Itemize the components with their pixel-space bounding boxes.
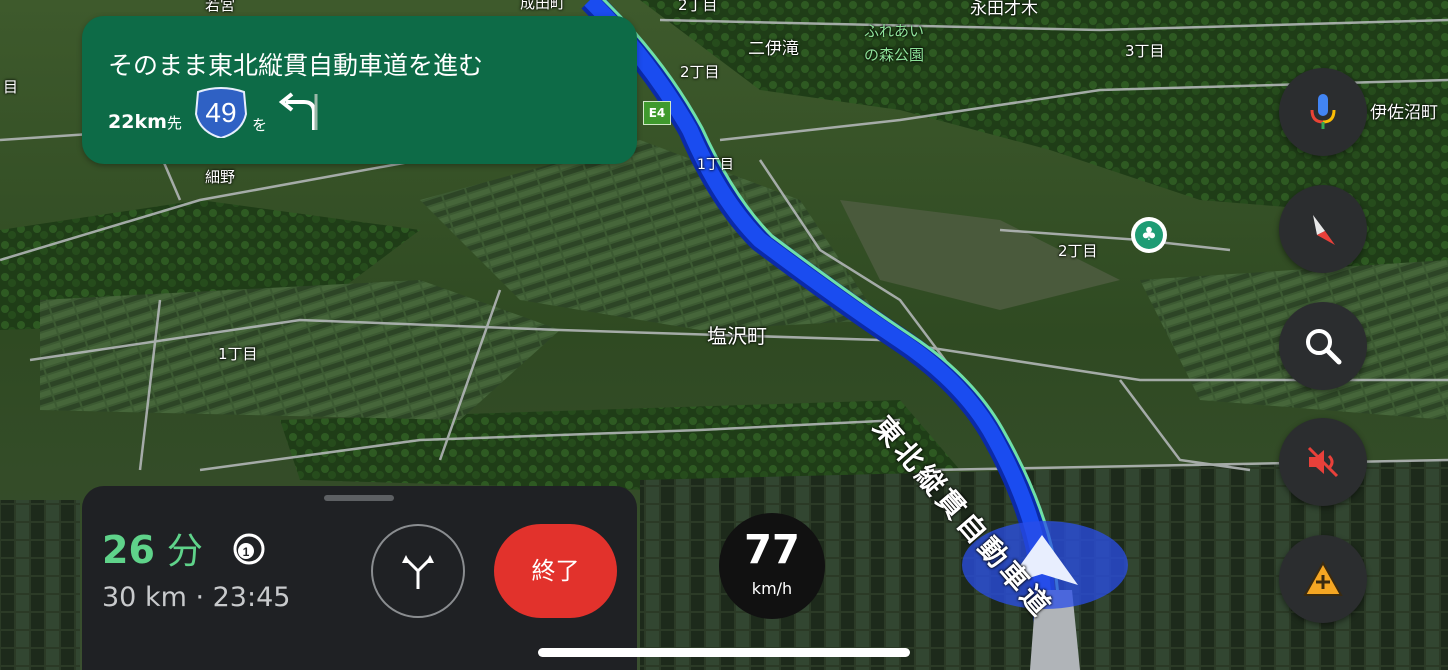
instruction-distance-value: 22km <box>108 111 167 133</box>
map-label: の森公園 <box>864 46 925 64</box>
drag-handle[interactable] <box>324 495 394 501</box>
instruction-distance-suffix: 先 <box>166 114 182 132</box>
map-label: 若宮 <box>205 0 236 14</box>
eco-icon: 1 <box>233 533 265 565</box>
map-label: 塩沢町 <box>707 324 767 348</box>
sound-toggle-button[interactable] <box>1279 418 1367 506</box>
instruction-title: そのまま東北縦貫自動車道を進む <box>108 51 484 80</box>
end-navigation-button[interactable]: 終了 <box>494 524 617 618</box>
map-label: 2丁目 <box>680 63 720 81</box>
alternate-routes-button[interactable] <box>371 524 465 618</box>
map-label: 目 <box>3 78 19 96</box>
trip-summary-panel[interactable]: 26 分 1 30 km · 23:45 終了 <box>82 486 637 670</box>
speed-value: 77 <box>744 527 800 573</box>
instruction-distance: 22km先 <box>108 111 182 133</box>
map-label: 3丁目 <box>1125 42 1165 60</box>
compass-icon <box>1313 215 1335 245</box>
svg-text:1: 1 <box>243 545 250 559</box>
alt-routes-icon <box>402 555 434 589</box>
map-label: 成田町 <box>520 0 566 12</box>
mute-icon <box>1307 446 1339 478</box>
map-label: 1丁目 <box>218 345 258 363</box>
eta-minutes: 26 <box>102 528 155 572</box>
mic-icon <box>1310 94 1336 129</box>
speed-unit: km/h <box>751 579 793 598</box>
compass-button[interactable] <box>1279 185 1367 273</box>
search-icon <box>1306 329 1342 365</box>
park-poi-icon[interactable]: ♣ <box>1131 217 1167 253</box>
speedometer: 77 km/h <box>719 513 825 619</box>
distance-and-arrival: 30 km · 23:45 <box>102 582 291 613</box>
route-shield-number: 49 <box>205 97 236 128</box>
home-indicator[interactable] <box>538 648 910 657</box>
map-label: 2丁目 <box>678 0 718 14</box>
map-label: 1丁目 <box>697 157 734 173</box>
expressway-shield: E4 <box>643 101 671 125</box>
search-button[interactable] <box>1279 302 1367 390</box>
map-label: 細野 <box>205 168 236 186</box>
route-shield-icon: 49 <box>194 87 248 138</box>
map-label: 永田才木 <box>970 0 1038 19</box>
report-incident-button[interactable] <box>1279 535 1367 623</box>
map-label: 伊佐沼町 <box>1370 103 1438 123</box>
eta-duration: 26 分 <box>102 522 203 574</box>
map-label: 二伊滝 <box>748 39 799 59</box>
map-label: ふれあい <box>864 22 925 40</box>
voice-search-button[interactable] <box>1279 68 1367 156</box>
turn-left-icon <box>278 92 318 130</box>
instruction-particle: を <box>252 116 268 134</box>
map-label: 2丁目 <box>1058 242 1098 260</box>
eta-minutes-unit: 分 <box>166 531 203 572</box>
navigation-instruction-card[interactable]: そのまま東北縦貫自動車道を進む 22km先 49 を <box>82 16 637 164</box>
report-incident-icon <box>1303 560 1343 596</box>
